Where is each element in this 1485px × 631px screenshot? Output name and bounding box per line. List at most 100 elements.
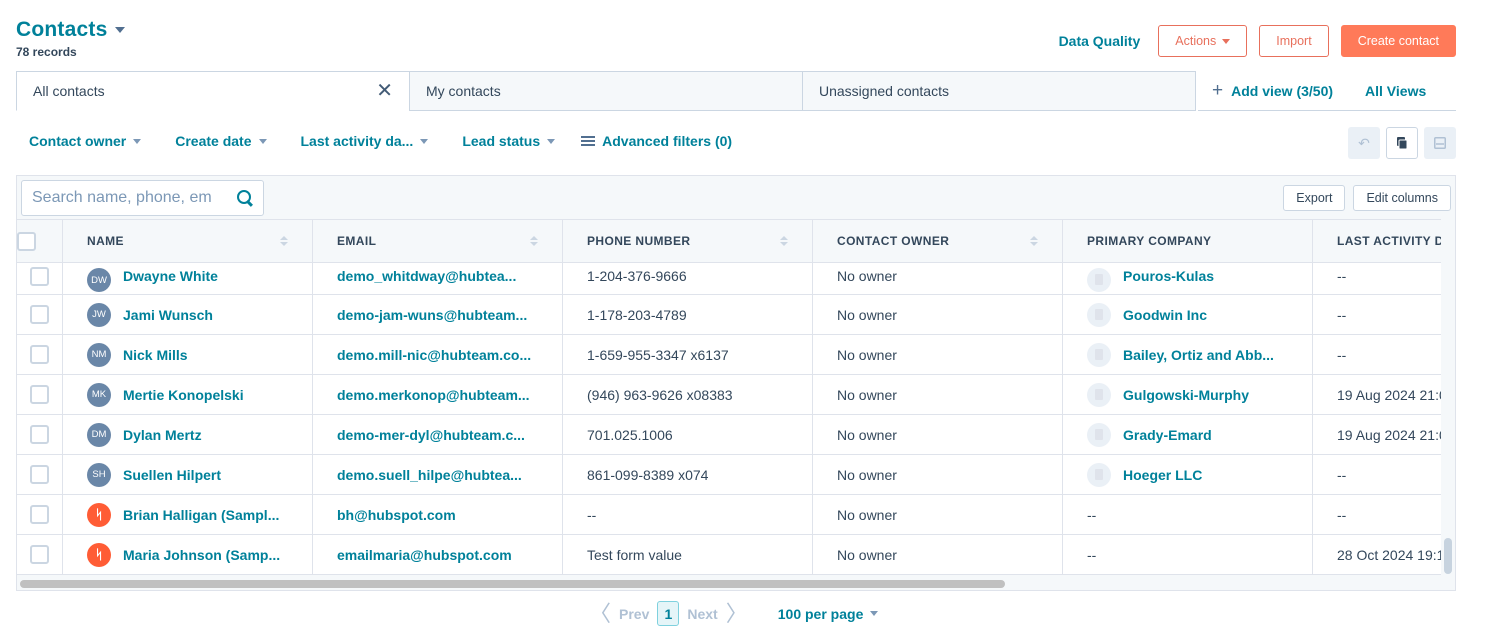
search-input[interactable] [32,189,222,207]
filter-label: Lead status [462,133,541,149]
chevron-right-icon[interactable]: 〉 [726,596,748,628]
table-row: DM Dylan Mertz demo-mer-dyl@hubteam.c... … [17,415,1441,455]
company-link[interactable]: Goodwin Inc [1123,307,1207,323]
email-link[interactable]: demo-jam-wuns@hubteam... [337,307,527,323]
row-checkbox[interactable] [30,345,49,364]
last-activity-cell: -- [1313,455,1441,494]
column-label: CONTACT OWNER [837,234,950,248]
row-checkbox[interactable] [30,545,49,564]
sort-icon[interactable] [780,236,788,246]
undo-icon[interactable]: ↶ [1348,127,1380,159]
company-link[interactable]: Gulgowski-Murphy [1123,387,1249,403]
contact-name-link[interactable]: Dylan Mertz [123,427,202,443]
row-checkbox-cell [17,455,63,494]
select-all-checkbox[interactable] [17,231,36,251]
per-page-select[interactable]: 100 per page [778,606,879,622]
tab-all-contacts[interactable]: All contacts ✕ [16,71,410,111]
import-button[interactable]: Import [1259,25,1329,57]
close-icon[interactable]: ✕ [376,81,393,101]
tab-label: My contacts [426,83,501,99]
column-header-name[interactable]: NAME [63,220,313,262]
row-checkbox[interactable] [30,505,49,524]
contact-name-link[interactable]: Suellen Hilpert [123,467,221,483]
avatar: DW [87,268,111,292]
last-activity-value: 19 Aug 2024 21:0 [1337,426,1441,443]
row-checkbox[interactable] [30,425,49,444]
vertical-scrollbar-thumb[interactable] [1444,538,1452,574]
company-link[interactable]: Bailey, Ortiz and Abb... [1123,347,1274,363]
page-number-current[interactable]: 1 [657,601,680,626]
table-actions: Export Edit columns [1283,185,1451,211]
filter-label: Create date [175,133,252,149]
email-link[interactable]: demo.suell_hilpe@hubtea... [337,467,522,483]
email-link[interactable]: demo-mer-dyl@hubteam.c... [337,427,525,443]
company-link[interactable]: Grady-Emard [1123,427,1212,443]
contact-name-link[interactable]: Brian Halligan (Sampl... [123,507,279,523]
horizontal-scrollbar-thumb[interactable] [20,580,1005,588]
email-link[interactable]: emailmaria@hubspot.com [337,547,512,563]
sliders-icon [581,135,596,147]
page-title[interactable]: Contacts [16,18,107,42]
sort-icon[interactable] [530,236,538,246]
row-checkbox[interactable] [30,385,49,404]
add-view-button[interactable]: + Add view (3/50) [1212,80,1333,102]
prev-button[interactable]: Prev [619,606,649,622]
name-cell: DM Dylan Mertz [63,415,313,454]
row-checkbox[interactable] [30,305,49,324]
column-header-owner[interactable]: CONTACT OWNER [813,220,1063,262]
column-header-company[interactable]: PRIMARY COMPANY [1063,220,1313,262]
chevron-left-icon[interactable]: 〈 [589,596,611,628]
filter-last-activity-date[interactable]: Last activity da... [301,133,429,149]
column-header-phone[interactable]: PHONE NUMBER [563,220,813,262]
email-link[interactable]: demo.merkonop@hubteam... [337,387,530,403]
phone-value: 701.025.1006 [587,426,673,443]
email-link[interactable]: demo_whitdway@hubtea... [337,268,516,284]
filter-contact-owner[interactable]: Contact owner [29,133,142,149]
all-views-link[interactable]: All Views [1365,83,1426,99]
phone-cell: 1-178-203-4789 [563,295,813,334]
next-button[interactable]: Next [687,606,717,622]
data-quality-link[interactable]: Data Quality [1059,33,1141,49]
tab-my-contacts[interactable]: My contacts [409,71,803,111]
table-header-row: NAME EMAIL PHONE NUMBER CONTACT OWNER PR… [17,219,1441,263]
contacts-table-panel: Export Edit columns NAME EMAIL PHONE NUM… [16,175,1456,591]
clone-icon[interactable] [1386,127,1418,159]
vertical-scrollbar-track[interactable] [1441,220,1455,580]
column-header-last-activity[interactable]: LAST ACTIVITY D [1313,220,1441,262]
last-activity-value: -- [1337,466,1347,483]
tab-label: Unassigned contacts [819,83,949,99]
email-link[interactable]: bh@hubspot.com [337,507,456,523]
advanced-filters-button[interactable]: Advanced filters (0) [581,133,732,149]
row-checkbox[interactable] [30,267,49,286]
filter-create-date[interactable]: Create date [175,133,267,149]
contact-name-link[interactable]: Jami Wunsch [123,307,213,323]
title-dropdown[interactable]: Contacts [16,18,126,42]
sort-icon[interactable] [1030,236,1038,246]
contact-name-link[interactable]: Mertie Konopelski [123,387,244,403]
contact-name-link[interactable]: Maria Johnson (Samp... [123,547,280,563]
company-building-icon [1087,342,1111,367]
contact-name-link[interactable]: Dwayne White [123,268,218,284]
actions-button[interactable]: Actions [1158,25,1248,57]
column-header-email[interactable]: EMAIL [313,220,563,262]
per-page-label: 100 per page [777,605,864,622]
name-cell: ᛋ Maria Johnson (Samp... [63,535,313,574]
edit-columns-button[interactable]: Edit columns [1353,185,1451,211]
row-checkbox[interactable] [30,465,49,484]
export-button[interactable]: Export [1283,185,1346,211]
company-building-icon [1087,268,1111,292]
company-link[interactable]: Hoeger LLC [1123,467,1202,483]
phone-cell: (946) 963-9626 x08383 [563,375,813,414]
search-box[interactable] [21,180,264,216]
filter-lead-status[interactable]: Lead status [462,133,556,149]
tab-unassigned-contacts[interactable]: Unassigned contacts [802,71,1196,111]
sort-icon[interactable] [280,236,288,246]
company-empty: -- [1087,506,1097,523]
contact-name-link[interactable]: Nick Mills [123,347,188,363]
create-contact-button[interactable]: Create contact [1340,25,1456,57]
save-icon[interactable] [1424,127,1456,159]
chevron-down-icon[interactable] [115,27,126,33]
company-link[interactable]: Pouros-Kulas [1123,268,1214,284]
search-icon[interactable] [237,190,253,206]
email-link[interactable]: demo.mill-nic@hubteam.co... [337,347,531,363]
